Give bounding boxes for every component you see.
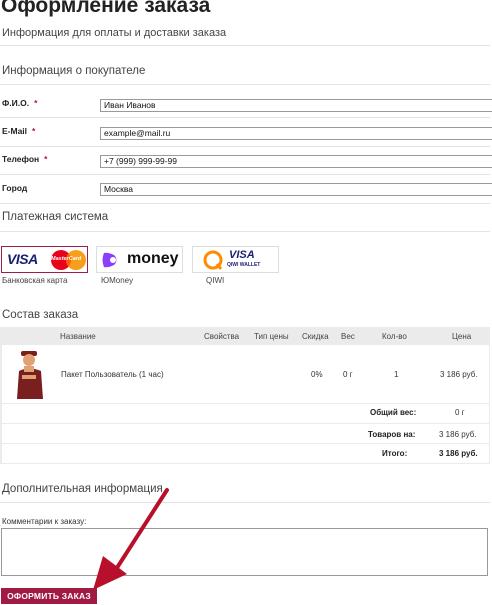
payment-label-qiwi: QIWI — [206, 276, 225, 285]
payment-option-bank-card[interactable]: VISA MasterCard — [1, 246, 88, 273]
col-props: Свойства — [204, 332, 240, 341]
comment-textarea[interactable] — [1, 528, 488, 576]
item-price: 3 186 руб. — [440, 370, 478, 379]
comment-label: Комментарии к заказу: — [2, 517, 87, 526]
divider — [0, 231, 490, 232]
divider — [0, 117, 490, 118]
qiwi-icon — [203, 250, 223, 270]
phone-label: Телефон * — [2, 154, 48, 164]
item-qty: 1 — [394, 370, 399, 379]
payment-option-qiwi[interactable]: VISA QIWI WALLET — [192, 246, 279, 273]
col-discount: Скидка — [302, 332, 329, 341]
total-goods-value: 3 186 руб. — [439, 430, 477, 439]
mastercard-wordmark: MasterCard — [51, 256, 82, 262]
city-label: Город — [2, 183, 28, 193]
submit-order-button[interactable]: ОФОРМИТЬ ЗАКАЗ — [1, 588, 97, 604]
item-name: Пакет Пользователь (1 час) — [61, 370, 164, 379]
total-weight-label: Общий вес: — [370, 408, 417, 417]
arrow-icon — [93, 488, 169, 590]
payment-label-yumoney: ЮMoney — [101, 276, 134, 285]
grand-total-row — [2, 444, 489, 463]
payment-option-yumoney[interactable]: money — [96, 246, 183, 273]
phone-field[interactable]: +7 (999) 999-99-99 — [100, 155, 492, 168]
divider — [0, 84, 490, 85]
product-image — [17, 351, 43, 399]
divider — [0, 174, 490, 175]
col-price: Цена — [452, 332, 472, 341]
item-weight: 0 г — [343, 370, 353, 379]
grand-total-label: Итого: — [382, 449, 408, 458]
buyer-section-title: Информация о покупателе — [2, 65, 146, 77]
visa-logo: VISA — [7, 251, 38, 267]
payment-section-title: Платежная система — [2, 211, 109, 223]
yumoney-wordmark: money — [127, 250, 179, 267]
city-field[interactable]: Москва — [100, 183, 492, 196]
col-weight: Вес — [341, 332, 355, 341]
col-name: Название — [60, 332, 96, 341]
email-field[interactable]: example@mail.ru — [100, 127, 492, 140]
cart-section-title: Состав заказа — [2, 309, 79, 321]
page-title: Оформление заказа — [1, 0, 211, 17]
total-goods-label: Товаров на: — [368, 430, 416, 439]
yumoney-icon — [102, 252, 117, 268]
fio-label: Ф.И.О. * — [2, 98, 38, 108]
divider — [0, 146, 490, 147]
fio-field[interactable]: Иван Иванов — [100, 99, 492, 112]
payment-label-bank-card: Банковская карта — [2, 276, 68, 285]
page-subtitle: Информация для оплаты и доставки заказа — [2, 27, 227, 39]
col-qty: Кол-во — [382, 332, 407, 341]
grand-total-value: 3 186 руб. — [439, 449, 478, 458]
item-discount: 0% — [311, 370, 323, 379]
qiwi-wallet-wordmark: QIWI WALLET — [227, 262, 261, 268]
divider — [0, 45, 490, 46]
divider — [0, 502, 490, 503]
divider — [0, 203, 490, 204]
total-weight-value: 0 г — [455, 408, 465, 417]
qiwi-visa-wordmark: VISA — [229, 249, 255, 261]
total-goods-row — [2, 424, 489, 443]
email-label: E-Mail * — [2, 126, 36, 136]
col-price-type: Тип цены — [254, 332, 289, 341]
